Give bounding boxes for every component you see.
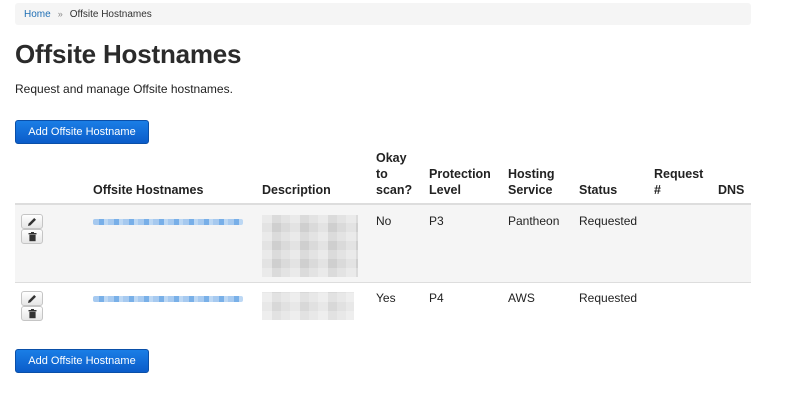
header-okay-line3: scan? [376, 183, 413, 197]
protection-level-cell: P3 [423, 203, 502, 283]
hostname-link-redacted[interactable] [93, 219, 243, 225]
header-okay-line1: Okay [376, 151, 407, 165]
header-protection-level: Protection Level [423, 150, 502, 205]
status-cell: Requested [573, 203, 648, 283]
table-row: No P3 Pantheon Requested [15, 203, 751, 283]
header-request-line1: Request [654, 167, 704, 181]
header-description: Description [256, 150, 370, 205]
status-cell: Requested [573, 282, 648, 329]
request-number-cell [648, 282, 712, 329]
trash-icon [28, 309, 37, 319]
edit-button[interactable] [21, 214, 43, 229]
delete-button[interactable] [21, 229, 43, 244]
trash-icon [28, 232, 37, 242]
edit-button[interactable] [21, 291, 43, 306]
header-protection-line1: Protection [429, 167, 491, 181]
okay-to-scan-cell: No [370, 203, 423, 283]
header-hosting-line1: Hosting [508, 167, 555, 181]
row-actions [15, 282, 87, 329]
header-offsite-hostnames: Offsite Hostnames [87, 150, 256, 205]
header-actions [15, 150, 87, 205]
breadcrumb-current: Offsite Hostnames [69, 8, 152, 20]
header-okay-line2: to [376, 167, 388, 181]
header-okay-to-scan: Okay to scan? [370, 150, 423, 205]
hostname-cell [87, 282, 256, 329]
header-protection-line2: Level [429, 183, 461, 197]
description-cell [256, 203, 370, 283]
header-hosting-service: Hosting Service [502, 150, 573, 205]
offsite-hostnames-table: Offsite Hostnames Description Okay to sc… [15, 150, 751, 329]
header-status: Status [573, 150, 648, 205]
protection-level-cell: P4 [423, 282, 502, 329]
hosting-service-cell: Pantheon [502, 203, 573, 283]
header-request-number: Request # [648, 150, 712, 205]
okay-to-scan-cell: Yes [370, 282, 423, 329]
header-dns: DNS [712, 150, 751, 205]
header-hosting-line2: Service [508, 183, 553, 197]
description-redacted [262, 215, 358, 277]
header-request-line2: # [654, 183, 661, 197]
dns-cell [712, 282, 751, 329]
add-offsite-hostname-button[interactable]: Add Offsite Hostname [15, 120, 149, 144]
pencil-icon [28, 218, 36, 226]
table-row: Yes P4 AWS Requested [15, 282, 751, 329]
delete-button[interactable] [21, 306, 43, 321]
row-actions [15, 203, 87, 283]
breadcrumb-separator: » [57, 9, 63, 19]
pencil-icon [28, 295, 36, 303]
description-redacted [262, 292, 354, 320]
request-number-cell [648, 203, 712, 283]
page-subtitle: Request and manage Offsite hostnames. [15, 82, 233, 96]
hostname-cell [87, 203, 256, 283]
page-title: Offsite Hostnames [15, 39, 242, 69]
add-offsite-hostname-button-bottom[interactable]: Add Offsite Hostname [15, 349, 149, 373]
breadcrumb-home-link[interactable]: Home [24, 9, 51, 20]
breadcrumb: Home » Offsite Hostnames [15, 3, 751, 25]
dns-cell [712, 203, 751, 283]
table-header-row: Offsite Hostnames Description Okay to sc… [15, 150, 751, 205]
description-cell [256, 282, 370, 329]
hosting-service-cell: AWS [502, 282, 573, 329]
hostname-link-redacted[interactable] [93, 296, 243, 302]
